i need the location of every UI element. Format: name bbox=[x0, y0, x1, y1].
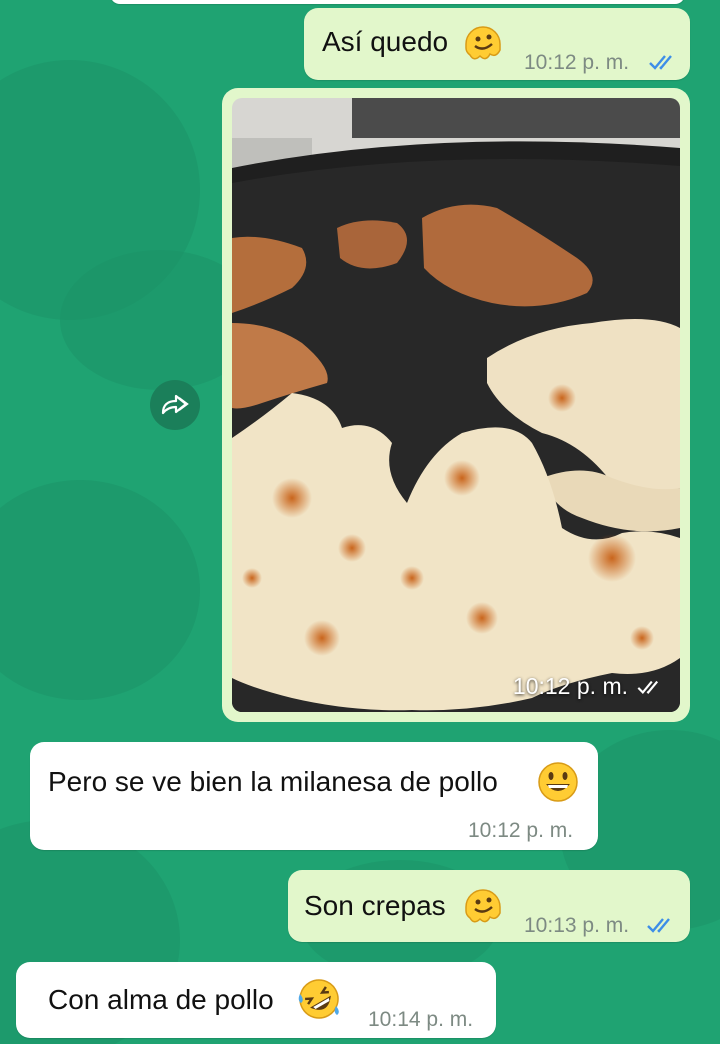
melting-face-emoji-icon bbox=[462, 22, 504, 69]
message-bubble-outgoing[interactable]: Así quedo 10:12 p. m. bbox=[304, 8, 690, 80]
message-text: Con alma de pollo bbox=[48, 984, 274, 1015]
image-time-text: 10:12 p. m. bbox=[512, 673, 628, 699]
message-photo[interactable]: 10:12 p. m. bbox=[232, 98, 680, 712]
message-bubble-outgoing[interactable]: Son crepas 10:13 p. m. bbox=[288, 870, 690, 942]
forward-icon bbox=[161, 394, 189, 415]
rolling-on-floor-laughing-emoji-icon bbox=[296, 976, 342, 1027]
image-time: 10:12 p. m. bbox=[513, 673, 664, 700]
crepes-photo bbox=[232, 98, 680, 712]
message-time: 10:12 p. m. bbox=[468, 819, 574, 842]
message-text: Pero se ve bien la milanesa de pollo bbox=[48, 766, 498, 797]
double-check-icon bbox=[646, 915, 676, 940]
grinning-face-emoji-icon bbox=[536, 760, 580, 809]
previous-message-edge bbox=[110, 0, 685, 4]
message-time: 10:12 p. m. bbox=[524, 51, 630, 74]
message-time: 10:13 p. m. bbox=[524, 914, 630, 937]
forward-button[interactable] bbox=[150, 380, 200, 430]
message-text: Son crepas bbox=[304, 890, 446, 921]
melting-face-emoji-icon bbox=[462, 885, 504, 932]
message-time: 10:14 p. m. bbox=[368, 1008, 474, 1031]
message-bubble-incoming[interactable]: Con alma de pollo 10:14 p. m. bbox=[16, 962, 496, 1038]
double-check-icon bbox=[648, 52, 678, 77]
message-text: Así quedo bbox=[322, 26, 449, 57]
message-bubble-incoming[interactable]: Pero se ve bien la milanesa de pollo 10:… bbox=[30, 742, 598, 850]
double-check-icon bbox=[637, 680, 659, 694]
message-image-outgoing[interactable]: 10:12 p. m. bbox=[222, 88, 690, 722]
